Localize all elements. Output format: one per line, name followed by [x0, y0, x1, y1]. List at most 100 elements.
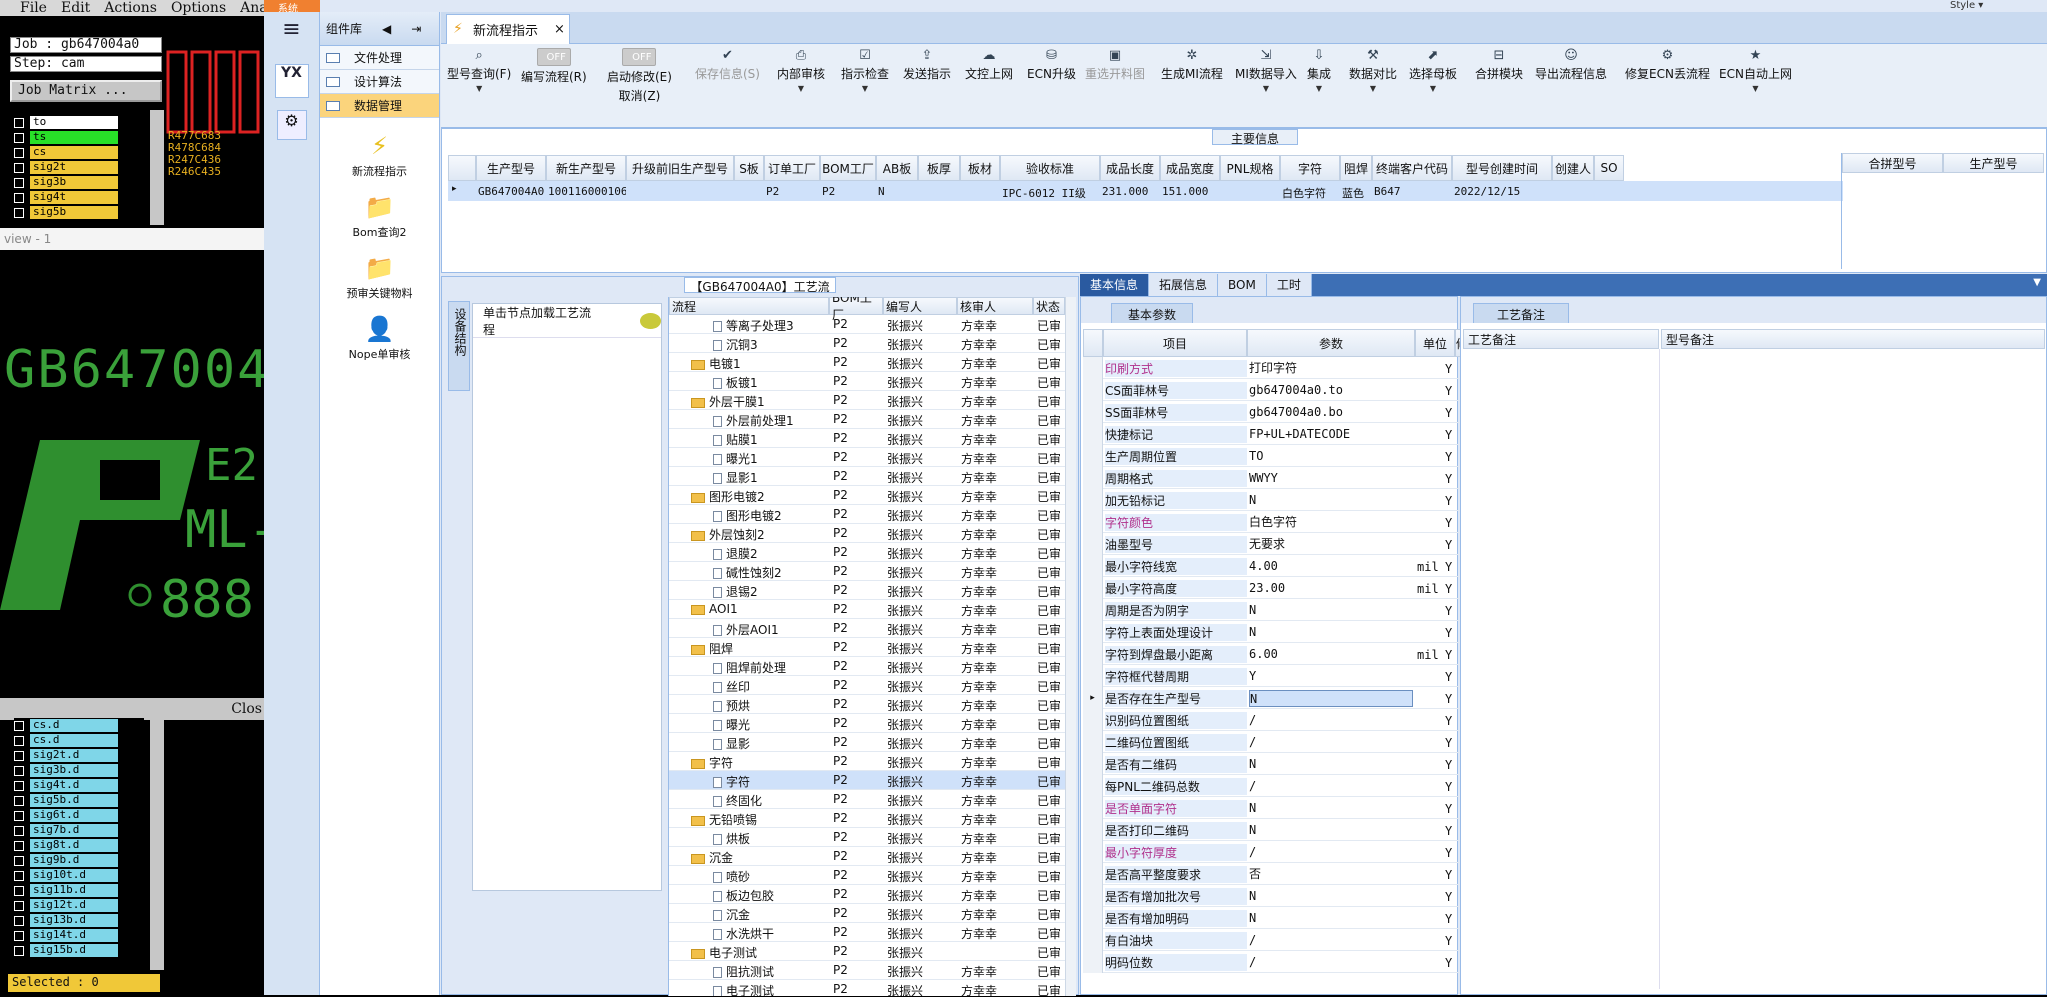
process-bom-cell[interactable]: P2 — [833, 849, 883, 863]
process-status-cell[interactable]: 已审 — [1037, 678, 1065, 695]
toggle-switch[interactable]: OFF — [622, 48, 657, 66]
process-writer-cell[interactable]: 张振兴 — [887, 450, 957, 467]
process-writer-cell[interactable]: 张振兴 — [887, 925, 957, 942]
process-name-cell[interactable]: 显影 — [713, 735, 827, 752]
process-status-cell[interactable]: 已审 — [1037, 773, 1065, 790]
detail-tab[interactable]: 拓展信息 — [1149, 274, 1219, 296]
process-row[interactable]: ⊟字符 P2 张振兴方幸幸已审 — [669, 752, 1065, 771]
param-modify[interactable]: Y — [1445, 604, 1457, 618]
layer-checkbox[interactable] — [14, 750, 24, 761]
main-info-col[interactable]: 新生产型号 — [546, 155, 626, 181]
process-row[interactable]: ⊟AOI1 P2 张振兴方幸幸已审 — [669, 600, 1065, 619]
process-row[interactable]: 外层AOI1 P2 张振兴 方幸幸 已审 — [669, 619, 1065, 638]
process-checker-cell[interactable]: 方幸幸 — [961, 450, 1033, 467]
layer-row[interactable]: sig11b.d — [14, 883, 144, 898]
row-header[interactable] — [1083, 731, 1103, 753]
main-info-row[interactable]: ▸GB647004A010011600010697P2P2NIPC-6012 I… — [448, 181, 1843, 201]
process-status-cell[interactable]: 已审 — [1037, 811, 1065, 828]
param-value[interactable]: FP+UL+DATECODE — [1249, 426, 1413, 443]
layer-row[interactable]: cs.d — [14, 718, 144, 733]
layer-checkbox[interactable] — [14, 162, 24, 173]
process-row[interactable]: 板边包胶 P2 张振兴 方幸幸 已审 — [669, 885, 1065, 904]
param-modify[interactable]: Y — [1445, 846, 1457, 860]
param-row[interactable]: 加无铅标记 N Y — [1083, 489, 1459, 511]
param-row[interactable]: 是否单面字符 N Y — [1083, 797, 1459, 819]
row-header[interactable] — [1083, 643, 1103, 665]
process-status-cell[interactable]: 已审 — [1037, 469, 1065, 486]
process-checker-cell[interactable]: 方幸幸 — [961, 754, 1033, 771]
param-value[interactable]: N — [1249, 910, 1413, 927]
process-bom-cell[interactable]: P2 — [833, 602, 883, 616]
process-checker-cell[interactable]: 方幸幸 — [961, 564, 1033, 581]
toolbar-button[interactable]: ⇩ 集成 ▼ — [1307, 48, 1331, 93]
main-info-cell[interactable]: P2 — [822, 185, 876, 198]
param-modify[interactable]: Y — [1445, 450, 1457, 464]
process-name-cell[interactable]: 沉金 — [713, 906, 827, 923]
main-info-cell[interactable]: GB647004A0 — [478, 185, 546, 198]
param-row[interactable]: 是否有二维码 N Y — [1083, 753, 1459, 775]
process-checker-cell[interactable]: 方幸幸 — [961, 716, 1033, 733]
process-writer-cell[interactable]: 张振兴 — [887, 412, 957, 429]
caret-down-icon[interactable]: ▼ — [1370, 84, 1376, 93]
step-field[interactable]: Step: cam — [10, 56, 162, 72]
layer-row[interactable]: sig5b — [14, 205, 144, 220]
process-name-cell[interactable]: 等离子处理3 — [713, 317, 827, 334]
process-row[interactable]: 阻抗测试 P2 张振兴 方幸幸 已审 — [669, 961, 1065, 980]
param-row[interactable]: 字符到焊盘最小距离 6.00 mil Y — [1083, 643, 1459, 665]
cam-view-canvas[interactable]: GB647004A E2 ML- 888 — [0, 250, 264, 690]
process-bom-cell[interactable]: P2 — [833, 792, 883, 806]
layer-row[interactable]: sig10t.d — [14, 868, 144, 883]
param-value[interactable]: N — [1249, 492, 1413, 509]
param-row[interactable]: 最小字符线宽 4.00 mil Y — [1083, 555, 1459, 577]
process-writer-cell[interactable]: 张振兴 — [887, 488, 957, 505]
process-checker-cell[interactable]: 方幸幸 — [961, 868, 1033, 885]
process-name-cell[interactable]: 板边包胶 — [713, 887, 827, 904]
row-header[interactable]: ▸ — [1083, 687, 1103, 709]
process-writer-cell[interactable]: 张振兴 — [887, 659, 957, 676]
layer-checkbox[interactable] — [14, 870, 24, 881]
param-row[interactable]: 是否有增加明码 N Y — [1083, 907, 1459, 929]
layer-row[interactable]: sig7b.d — [14, 823, 144, 838]
layer-row[interactable]: sig13b.d — [14, 913, 144, 928]
cam-menu-edit[interactable]: Edit — [61, 0, 90, 16]
process-bom-cell[interactable]: P2 — [833, 431, 883, 445]
param-row[interactable]: 字符颜色 白色字符 Y — [1083, 511, 1459, 533]
process-bom-cell[interactable]: P2 — [833, 317, 883, 331]
process-bom-cell[interactable]: P2 — [833, 716, 883, 730]
process-name-cell[interactable]: 沉铜3 — [713, 336, 827, 353]
process-row[interactable]: ⊟无铅喷锡 P2 张振兴方幸幸已审 — [669, 809, 1065, 828]
process-col[interactable]: 编写人 — [883, 297, 957, 315]
load-process-button[interactable]: 单击节点加载工艺流程 — [473, 304, 661, 338]
layer-checkbox[interactable] — [14, 840, 24, 851]
param-value[interactable]: 否 — [1249, 866, 1413, 883]
hamburger-icon[interactable]: ≡ — [264, 12, 319, 46]
layer-row[interactable]: ts — [14, 130, 144, 145]
process-name-cell[interactable]: 图形电镀2 — [713, 507, 827, 524]
process-writer-cell[interactable]: 张振兴 — [887, 830, 957, 847]
collapse-left-icon[interactable]: ◀ — [382, 22, 391, 36]
process-row[interactable]: 退锡2 P2 张振兴 方幸幸 已审 — [669, 581, 1065, 600]
process-row[interactable]: 贴膜1 P2 张振兴 方幸幸 已审 — [669, 429, 1065, 448]
process-writer-cell[interactable]: 张振兴 — [887, 393, 957, 410]
row-header[interactable] — [1083, 929, 1103, 951]
close-button[interactable]: Clos — [0, 698, 264, 720]
toolbar-button[interactable]: OFF 编写流程(R) — [521, 48, 587, 85]
cam-menu-options[interactable]: Options — [171, 0, 226, 16]
layer-row[interactable]: sig3b.d — [14, 763, 144, 778]
layer-row[interactable]: sig4t — [14, 190, 144, 205]
layer-checkbox[interactable] — [14, 765, 24, 776]
process-bom-cell[interactable]: P2 — [833, 583, 883, 597]
tab-new-process[interactable]: ⚡ 新流程指示 × — [446, 14, 570, 44]
param-modify[interactable]: Y — [1445, 934, 1457, 948]
layer-row[interactable]: sig5b.d — [14, 793, 144, 808]
param-value[interactable]: WWYY — [1249, 470, 1413, 487]
process-name-cell[interactable]: 曝光 — [713, 716, 827, 733]
param-value[interactable]: Y — [1249, 668, 1413, 685]
toolbar-button[interactable]: ⊟ 合拼模块 — [1475, 48, 1523, 82]
toolbar-button[interactable]: ⇪ 发送指示 — [903, 48, 951, 82]
param-value[interactable]: N — [1249, 822, 1413, 839]
process-writer-cell[interactable]: 张振兴 — [887, 944, 957, 961]
process-name-cell[interactable]: ⊟沉金 — [691, 849, 827, 866]
process-name-cell[interactable]: 丝印 — [713, 678, 827, 695]
process-checker-cell[interactable]: 方幸幸 — [961, 583, 1033, 600]
